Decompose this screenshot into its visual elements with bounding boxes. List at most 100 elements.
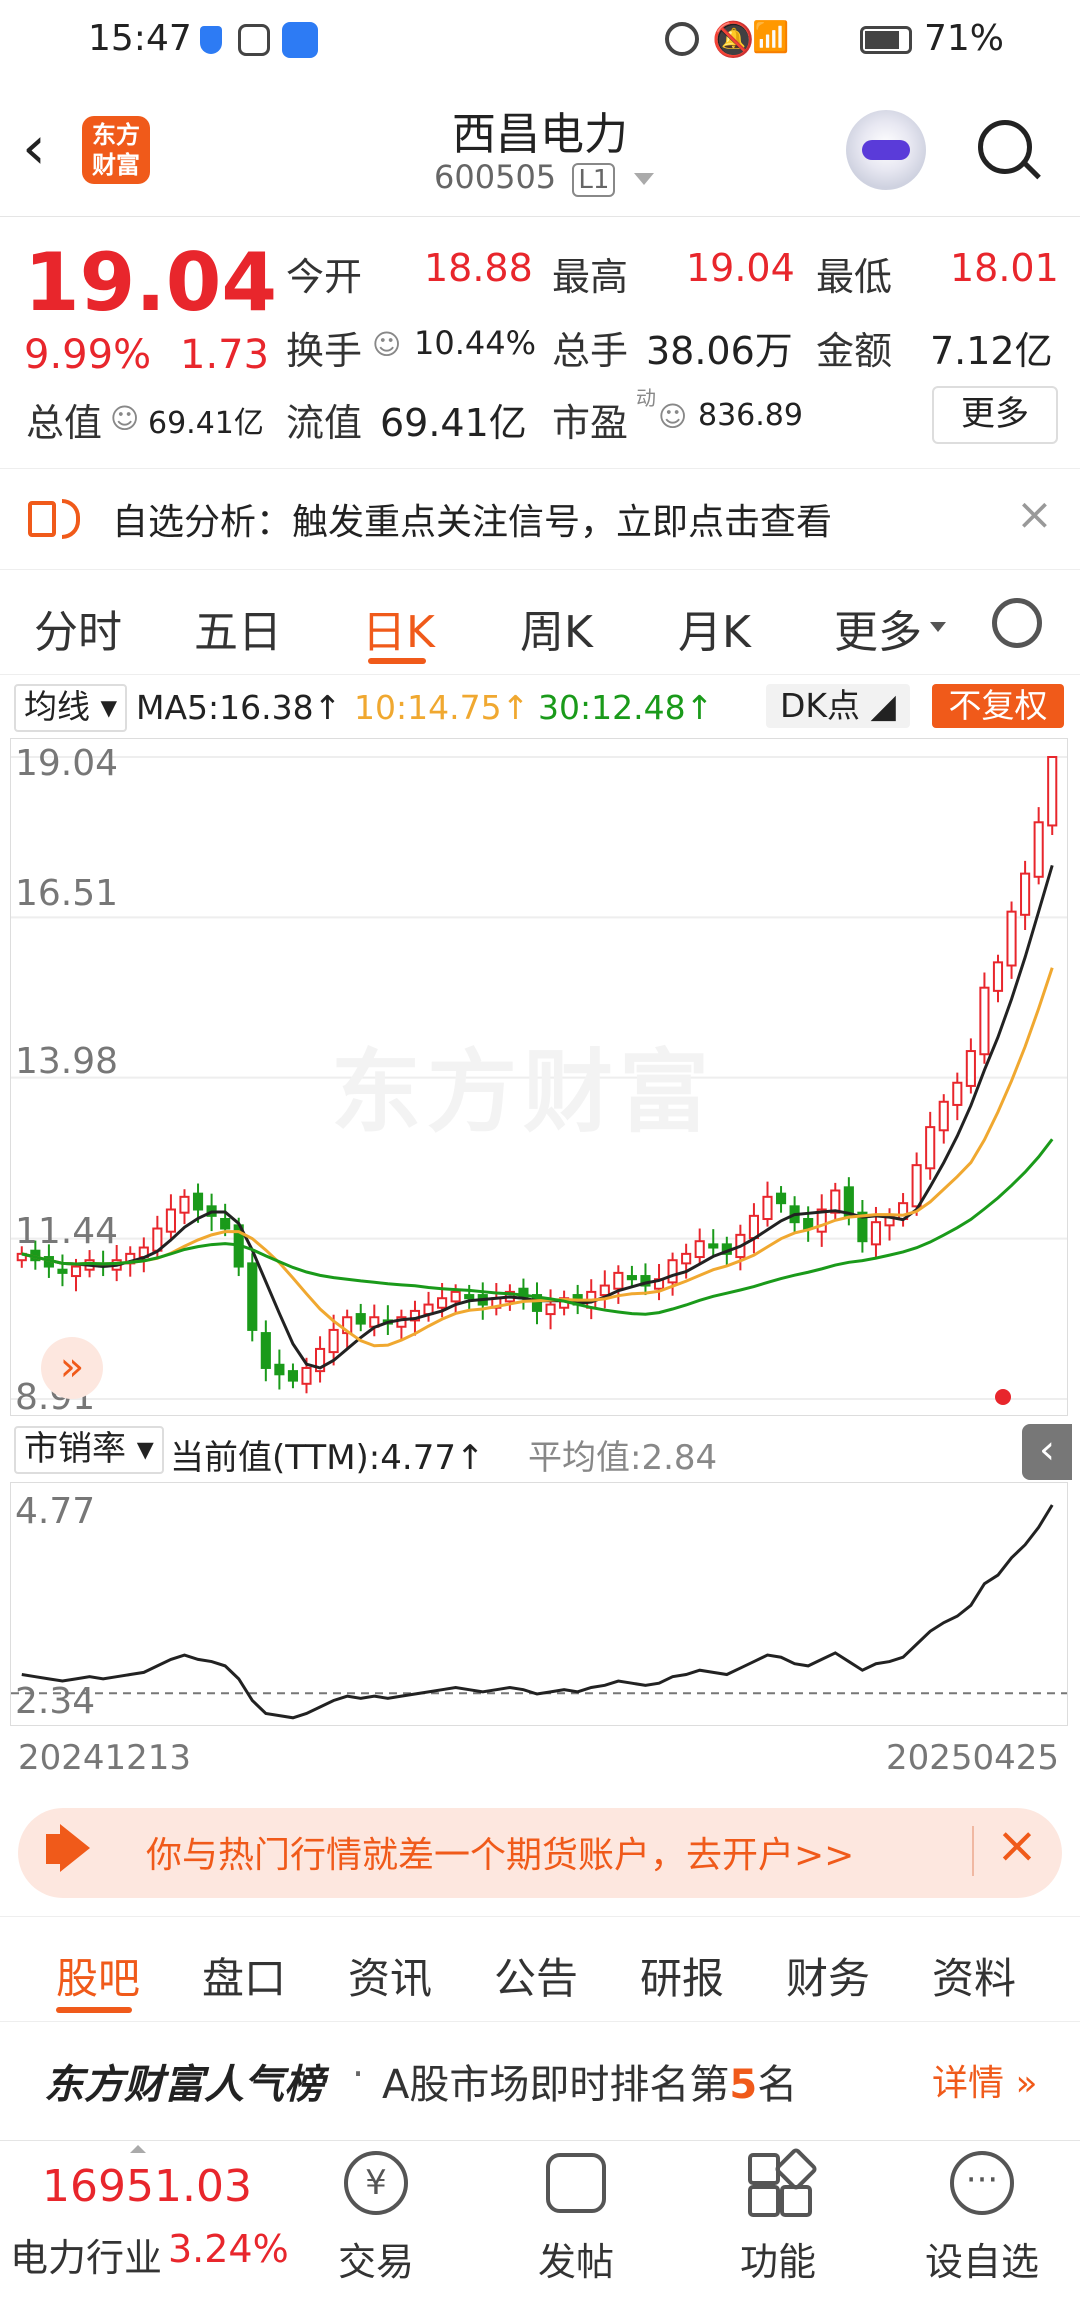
status-bar: 15:47 🔕 📶 71%	[0, 0, 1080, 84]
change-amount: 1.73	[180, 332, 270, 378]
gear-icon[interactable]	[992, 598, 1042, 648]
y-tick-max: 19.04	[15, 743, 119, 784]
candle-body	[247, 1262, 258, 1331]
high-label: 最高	[552, 255, 629, 299]
trade-button[interactable]: 交易	[296, 2231, 456, 2286]
y-tick: 16.51	[15, 873, 119, 914]
tab-research[interactable]: 研报	[640, 1945, 724, 2006]
ma10-value: 10:14.75↑	[354, 688, 530, 727]
sector-index-value[interactable]: 16951.03	[42, 2161, 252, 2212]
more-dots-icon[interactable]: ···	[950, 2151, 1014, 2215]
info-icon[interactable]: ☺	[658, 400, 687, 433]
chevron-up-icon[interactable]	[130, 2145, 146, 2153]
candle-body	[1033, 821, 1044, 878]
kline-chart[interactable]: 东方财富 19.04 16.51 13.98 11.44 8.91 »	[10, 738, 1068, 1418]
info-icon[interactable]: ☺	[372, 328, 401, 361]
ma-selector[interactable]: 均线 ▾	[14, 684, 128, 732]
candle-body	[287, 1370, 299, 1382]
candle-body	[992, 961, 1004, 992]
add-watchlist-button[interactable]: 设自选	[902, 2231, 1062, 2286]
adjust-type-button[interactable]: 不复权	[932, 684, 1064, 728]
candle-body	[965, 1050, 976, 1087]
chevron-down-icon	[633, 173, 654, 185]
level-badge: L1	[572, 163, 616, 197]
tab-pankou[interactable]: 盘口	[202, 1945, 286, 2006]
active-tab-indicator	[56, 2007, 132, 2013]
candle-body	[260, 1332, 271, 1369]
candle-body	[220, 1218, 231, 1230]
candle-body	[708, 1243, 719, 1249]
promo-banner[interactable]: 你与热门行情就差一个期货账户，去开户>> ×	[18, 1808, 1062, 1898]
tab-guba[interactable]: 股吧	[56, 1945, 140, 2006]
candle-body	[545, 1303, 556, 1316]
tab-news[interactable]: 资讯	[348, 1945, 432, 2006]
indicator-chart[interactable]: 4.77 2.34	[10, 1482, 1068, 1726]
close-icon[interactable]: ×	[996, 1816, 1038, 1874]
tab-finance[interactable]: 财务	[786, 1945, 870, 2006]
indicator-svg	[11, 1504, 1067, 1720]
status-time: 15:47	[88, 18, 192, 59]
back-button[interactable]: ‹	[22, 118, 46, 178]
ranking-text: A股市场即时排名第5名	[382, 2062, 798, 2108]
low-value: 18.01	[950, 246, 1059, 290]
indicator-line	[21, 1504, 1054, 1720]
tab-profile[interactable]: 资料	[932, 1945, 1016, 2006]
close-icon[interactable]: ×	[1016, 489, 1053, 540]
candle-body	[599, 1284, 610, 1297]
tab-announcements[interactable]: 公告	[494, 1945, 578, 2006]
mute-icon: 🔕	[712, 20, 755, 60]
sector-name[interactable]: 电力行业	[10, 2227, 162, 2282]
candle-body	[748, 1214, 760, 1240]
grid-icon[interactable]	[748, 2146, 819, 2217]
tab-five-day[interactable]: 五日	[194, 596, 282, 660]
ranking-dot: ·	[352, 2052, 365, 2096]
alert-banner[interactable]: 自选分析：触发重点关注信号，立即点击查看 ×	[0, 468, 1080, 570]
candle-body	[1047, 756, 1058, 827]
collapse-panel-button[interactable]: ‹	[1022, 1424, 1072, 1480]
post-button[interactable]: 发帖	[496, 2231, 656, 2286]
speaker-icon	[28, 501, 56, 537]
tab-intraday[interactable]: 分时	[34, 596, 122, 660]
candle-body	[803, 1218, 814, 1230]
tab-monthly-k[interactable]: 月K	[678, 596, 751, 660]
candle-body	[938, 1100, 949, 1132]
expand-arrows-icon[interactable]: »	[41, 1337, 103, 1399]
candle-body	[192, 1192, 204, 1211]
indicator-selector[interactable]: 市销率 ▾	[14, 1426, 164, 1474]
ma-bar: 均线 ▾ MA5:16.38↑ 10:14.75↑ 30:12.48↑ DK点 …	[0, 680, 1080, 734]
amount-value: 7.12亿	[930, 329, 1053, 373]
indicator-bar: 市销率 ▾ 当前值(TTM):4.77↑ 平均值:2.84 ‹	[0, 1420, 1080, 1480]
app-logo: 东方 财富	[82, 116, 150, 184]
candle-body	[1020, 872, 1031, 916]
dk-point-selector[interactable]: DK点 ◢	[766, 684, 910, 728]
tab-daily-k[interactable]: 日K	[362, 596, 435, 660]
ranking-detail-link[interactable]: 详情 »	[932, 2054, 1037, 2106]
open-value: 18.88	[424, 246, 533, 290]
y-tick: 11.44	[15, 1211, 119, 1252]
candle-body	[911, 1164, 922, 1208]
candle-body	[870, 1221, 882, 1246]
candle-body	[681, 1252, 692, 1265]
watermark: 东方财富	[331, 1040, 715, 1145]
indicator-y-min: 2.34	[15, 1681, 96, 1722]
info-icon[interactable]: ☺	[110, 402, 139, 435]
function-button[interactable]: 功能	[698, 2231, 858, 2286]
candle-body	[925, 1126, 936, 1170]
more-button[interactable]: 更多	[932, 386, 1058, 444]
date-start: 20241213	[18, 1738, 192, 1778]
stock-name: 西昌电力	[452, 109, 628, 160]
turnover-label: 换手	[286, 329, 363, 373]
tab-more[interactable]: 更多	[834, 596, 922, 660]
stock-code-row[interactable]: 600505 L1	[434, 158, 654, 197]
trade-icon[interactable]: ¥	[344, 2151, 408, 2215]
assistant-avatar[interactable]	[846, 110, 926, 190]
chart-tabs: 分时 五日 日K 周K 月K 更多	[0, 574, 1080, 675]
turnover-value: 10.44%	[414, 324, 537, 362]
candle-body	[1006, 910, 1017, 967]
megaphone-icon	[46, 1834, 60, 1864]
candle-body	[274, 1363, 285, 1376]
popularity-row[interactable]: 东方财富人气榜 · A股市场即时排名第5名 详情 »	[0, 2022, 1080, 2134]
tab-weekly-k[interactable]: 周K	[520, 596, 593, 660]
edit-icon[interactable]	[546, 2153, 606, 2213]
candle-body	[667, 1259, 678, 1284]
